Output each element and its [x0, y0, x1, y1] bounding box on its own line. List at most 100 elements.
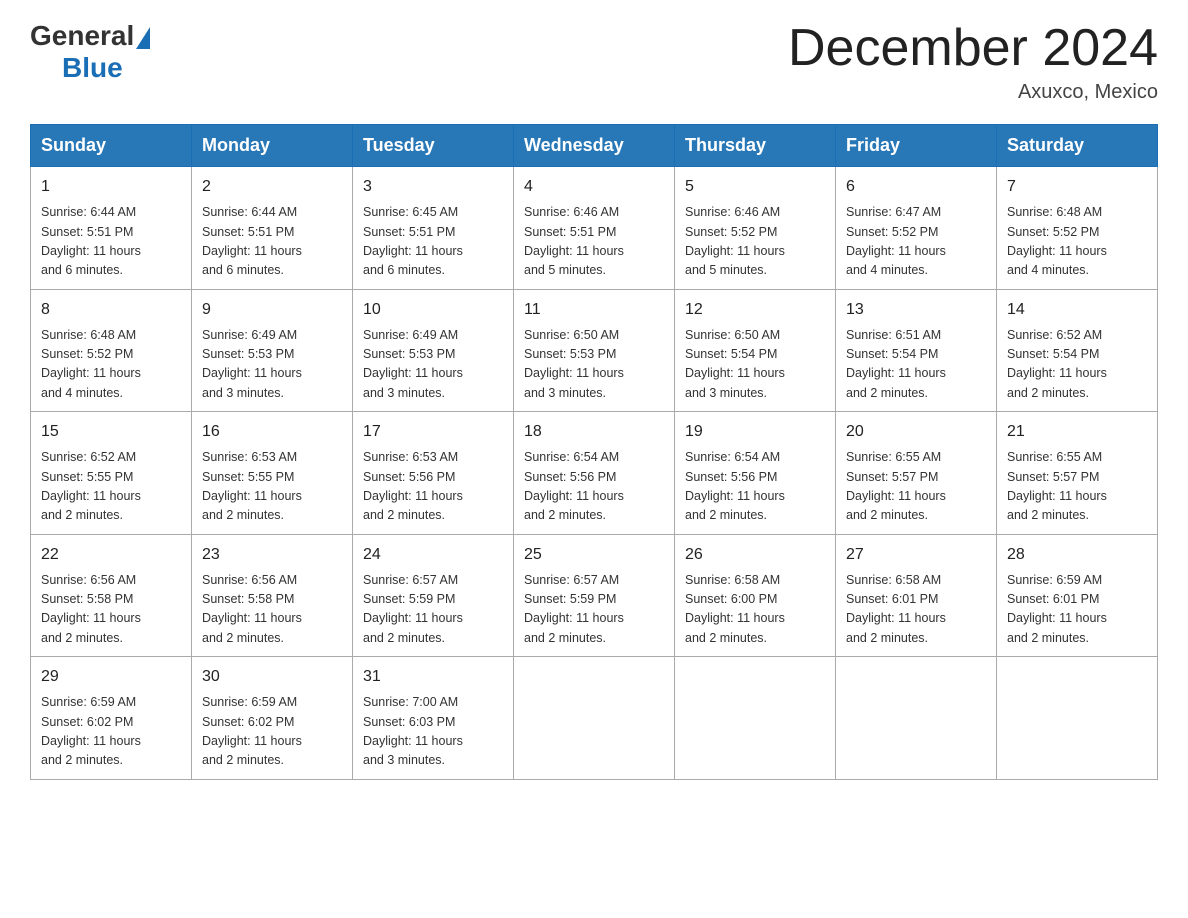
day-info: Sunrise: 6:59 AMSunset: 6:01 PMDaylight:… [1007, 571, 1147, 649]
day-info: Sunrise: 6:52 AMSunset: 5:55 PMDaylight:… [41, 448, 181, 526]
day-cell-24: 24 Sunrise: 6:57 AMSunset: 5:59 PMDayligh… [353, 534, 514, 657]
day-info: Sunrise: 6:50 AMSunset: 5:53 PMDaylight:… [524, 326, 664, 404]
day-number: 11 [524, 298, 664, 322]
day-info: Sunrise: 6:47 AMSunset: 5:52 PMDaylight:… [846, 203, 986, 281]
day-number: 29 [41, 665, 181, 689]
day-info: Sunrise: 7:00 AMSunset: 6:03 PMDaylight:… [363, 693, 503, 771]
day-info: Sunrise: 6:44 AMSunset: 5:51 PMDaylight:… [41, 203, 181, 281]
weekday-header-tuesday: Tuesday [353, 125, 514, 167]
day-cell-18: 18 Sunrise: 6:54 AMSunset: 5:56 PMDayligh… [514, 412, 675, 535]
day-number: 30 [202, 665, 342, 689]
empty-cell [836, 657, 997, 780]
day-info: Sunrise: 6:53 AMSunset: 5:55 PMDaylight:… [202, 448, 342, 526]
day-cell-31: 31Sunrise: 7:00 AMSunset: 6:03 PMDayligh… [353, 657, 514, 780]
day-info: Sunrise: 6:53 AMSunset: 5:56 PMDaylight:… [363, 448, 503, 526]
day-cell-12: 12 Sunrise: 6:50 AMSunset: 5:54 PMDayligh… [675, 289, 836, 412]
title-block: December 2024 Axuxco, Mexico [788, 20, 1158, 104]
day-cell-6: 6 Sunrise: 6:47 AMSunset: 5:52 PMDaylight… [836, 167, 997, 290]
day-cell-3: 3 Sunrise: 6:45 AMSunset: 5:51 PMDaylight… [353, 167, 514, 290]
day-number: 24 [363, 543, 503, 567]
day-cell-8: 8 Sunrise: 6:48 AMSunset: 5:52 PMDaylight… [31, 289, 192, 412]
day-number: 17 [363, 420, 503, 444]
day-info: Sunrise: 6:57 AMSunset: 5:59 PMDaylight:… [363, 571, 503, 649]
month-title: December 2024 [788, 20, 1158, 77]
week-row-2: 8 Sunrise: 6:48 AMSunset: 5:52 PMDaylight… [31, 289, 1158, 412]
day-cell-11: 11 Sunrise: 6:50 AMSunset: 5:53 PMDayligh… [514, 289, 675, 412]
day-cell-7: 7 Sunrise: 6:48 AMSunset: 5:52 PMDaylight… [997, 167, 1158, 290]
day-number: 3 [363, 175, 503, 199]
day-info: Sunrise: 6:55 AMSunset: 5:57 PMDaylight:… [846, 448, 986, 526]
day-info: Sunrise: 6:48 AMSunset: 5:52 PMDaylight:… [1007, 203, 1147, 281]
day-number: 25 [524, 543, 664, 567]
day-cell-15: 15 Sunrise: 6:52 AMSunset: 5:55 PMDayligh… [31, 412, 192, 535]
day-number: 8 [41, 298, 181, 322]
day-cell-23: 23Sunrise: 6:56 AMSunset: 5:58 PMDayligh… [192, 534, 353, 657]
logo-triangle-icon [136, 27, 150, 49]
day-cell-29: 29Sunrise: 6:59 AMSunset: 6:02 PMDayligh… [31, 657, 192, 780]
day-number: 9 [202, 298, 342, 322]
day-number: 10 [363, 298, 503, 322]
day-cell-27: 27Sunrise: 6:58 AMSunset: 6:01 PMDayligh… [836, 534, 997, 657]
day-cell-26: 26Sunrise: 6:58 AMSunset: 6:00 PMDayligh… [675, 534, 836, 657]
day-number: 7 [1007, 175, 1147, 199]
day-number: 20 [846, 420, 986, 444]
day-number: 15 [41, 420, 181, 444]
weekday-header-friday: Friday [836, 125, 997, 167]
day-cell-10: 10 Sunrise: 6:49 AMSunset: 5:53 PMDayligh… [353, 289, 514, 412]
week-row-4: 22Sunrise: 6:56 AMSunset: 5:58 PMDayligh… [31, 534, 1158, 657]
empty-cell [675, 657, 836, 780]
day-info: Sunrise: 6:55 AMSunset: 5:57 PMDaylight:… [1007, 448, 1147, 526]
day-cell-30: 30 Sunrise: 6:59 AMSunset: 6:02 PMDayligh… [192, 657, 353, 780]
day-number: 23 [202, 543, 342, 567]
weekday-header-thursday: Thursday [675, 125, 836, 167]
day-number: 12 [685, 298, 825, 322]
weekday-header-sunday: Sunday [31, 125, 192, 167]
day-info: Sunrise: 6:58 AMSunset: 6:00 PMDaylight:… [685, 571, 825, 649]
day-cell-2: 2Sunrise: 6:44 AMSunset: 5:51 PMDaylight… [192, 167, 353, 290]
empty-cell [514, 657, 675, 780]
day-number: 6 [846, 175, 986, 199]
day-info: Sunrise: 6:54 AMSunset: 5:56 PMDaylight:… [685, 448, 825, 526]
day-number: 19 [685, 420, 825, 444]
day-info: Sunrise: 6:50 AMSunset: 5:54 PMDaylight:… [685, 326, 825, 404]
day-info: Sunrise: 6:56 AMSunset: 5:58 PMDaylight:… [41, 571, 181, 649]
day-info: Sunrise: 6:59 AMSunset: 6:02 PMDaylight:… [202, 693, 342, 771]
weekday-header-monday: Monday [192, 125, 353, 167]
day-info: Sunrise: 6:45 AMSunset: 5:51 PMDaylight:… [363, 203, 503, 281]
weekday-header-row: SundayMondayTuesdayWednesdayThursdayFrid… [31, 125, 1158, 167]
day-cell-9: 9Sunrise: 6:49 AMSunset: 5:53 PMDaylight… [192, 289, 353, 412]
day-cell-4: 4 Sunrise: 6:46 AMSunset: 5:51 PMDaylight… [514, 167, 675, 290]
day-number: 14 [1007, 298, 1147, 322]
day-info: Sunrise: 6:46 AMSunset: 5:52 PMDaylight:… [685, 203, 825, 281]
day-cell-14: 14 Sunrise: 6:52 AMSunset: 5:54 PMDayligh… [997, 289, 1158, 412]
day-info: Sunrise: 6:52 AMSunset: 5:54 PMDaylight:… [1007, 326, 1147, 404]
logo: General Blue [30, 20, 150, 84]
location: Axuxco, Mexico [788, 81, 1158, 104]
day-info: Sunrise: 6:46 AMSunset: 5:51 PMDaylight:… [524, 203, 664, 281]
week-row-5: 29 Sunrise: 6:59 AMSunset: 6:02 PMDayligh… [31, 657, 1158, 780]
day-number: 16 [202, 420, 342, 444]
day-info: Sunrise: 6:51 AMSunset: 5:54 PMDaylight:… [846, 326, 986, 404]
day-number: 5 [685, 175, 825, 199]
day-number: 2 [202, 175, 342, 199]
day-cell-25: 25 Sunrise: 6:57 AMSunset: 5:59 PMDayligh… [514, 534, 675, 657]
day-cell-5: 5 Sunrise: 6:46 AMSunset: 5:52 PMDaylight… [675, 167, 836, 290]
week-row-1: 1 Sunrise: 6:44 AMSunset: 5:51 PMDaylight… [31, 167, 1158, 290]
week-row-3: 15 Sunrise: 6:52 AMSunset: 5:55 PMDayligh… [31, 412, 1158, 535]
day-cell-28: 28Sunrise: 6:59 AMSunset: 6:01 PMDayligh… [997, 534, 1158, 657]
day-number: 4 [524, 175, 664, 199]
calendar-table: SundayMondayTuesdayWednesdayThursdayFrid… [30, 124, 1158, 780]
day-number: 27 [846, 543, 986, 567]
day-cell-22: 22Sunrise: 6:56 AMSunset: 5:58 PMDayligh… [31, 534, 192, 657]
day-cell-21: 21 Sunrise: 6:55 AMSunset: 5:57 PMDayligh… [997, 412, 1158, 535]
day-info: Sunrise: 6:54 AMSunset: 5:56 PMDaylight:… [524, 448, 664, 526]
day-info: Sunrise: 6:57 AMSunset: 5:59 PMDaylight:… [524, 571, 664, 649]
day-number: 18 [524, 420, 664, 444]
day-cell-1: 1 Sunrise: 6:44 AMSunset: 5:51 PMDaylight… [31, 167, 192, 290]
day-cell-17: 17 Sunrise: 6:53 AMSunset: 5:56 PMDayligh… [353, 412, 514, 535]
day-info: Sunrise: 6:49 AMSunset: 5:53 PMDaylight:… [363, 326, 503, 404]
day-info: Sunrise: 6:48 AMSunset: 5:52 PMDaylight:… [41, 326, 181, 404]
day-cell-16: 16 Sunrise: 6:53 AMSunset: 5:55 PMDayligh… [192, 412, 353, 535]
day-number: 1 [41, 175, 181, 199]
day-number: 21 [1007, 420, 1147, 444]
